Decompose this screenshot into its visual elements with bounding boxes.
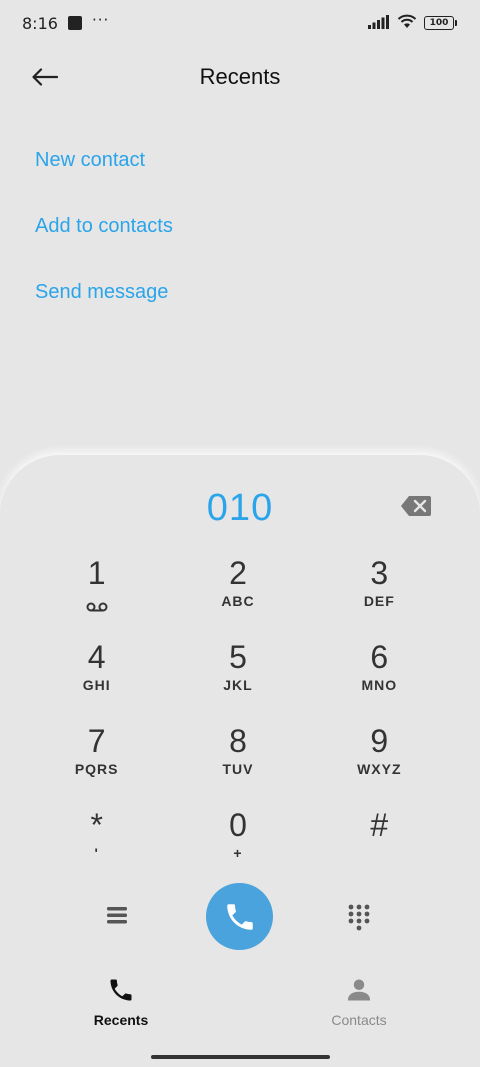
key-digit: 2 — [229, 555, 247, 591]
key-digit: 1 — [87, 555, 106, 591]
backspace-button[interactable] — [400, 495, 432, 519]
keypad: 1 2 ABC 3 DEF 4 GHI 5 JKL 6 MNO 7 PQRS 8… — [26, 551, 450, 887]
key-letters: MNO — [361, 677, 398, 693]
send-message-link[interactable]: Send message — [35, 270, 173, 336]
key-letters: JKL — [223, 677, 253, 693]
key-digit: 0 — [229, 807, 247, 843]
key-digit: 4 — [87, 639, 106, 675]
menu-button[interactable] — [106, 905, 134, 929]
add-to-contacts-link[interactable]: Add to contacts — [35, 204, 173, 270]
key-4[interactable]: 4 GHI — [26, 635, 167, 719]
key-letters: GHI — [82, 677, 111, 693]
nav-label: Recents — [93, 1012, 149, 1028]
key-digit: * — [90, 807, 103, 843]
key-7[interactable]: 7 PQRS — [26, 719, 167, 803]
key-5[interactable]: 5 JKL — [167, 635, 308, 719]
key-1[interactable]: 1 — [26, 551, 167, 635]
backspace-icon — [401, 496, 431, 516]
nav-contacts[interactable]: Contacts — [289, 976, 429, 1036]
key-digit: # — [370, 807, 389, 843]
status-right: 100 — [368, 14, 457, 33]
top-bar: Recents — [0, 52, 480, 102]
key-digit: 5 — [229, 639, 247, 675]
key-digit: 7 — [87, 723, 106, 759]
phone-icon — [110, 979, 132, 1001]
call-button[interactable] — [206, 883, 273, 950]
key-digit: 9 — [370, 723, 389, 759]
notification-square-icon — [67, 16, 82, 30]
nav-label: Contacts — [331, 1012, 387, 1028]
status-left: 8:16 ··· — [22, 11, 110, 33]
nav-recents[interactable]: Recents — [51, 976, 191, 1036]
key-digit: 8 — [229, 723, 247, 759]
battery-icon: 100 — [424, 16, 457, 30]
key-letters: PQRS — [74, 761, 119, 777]
wifi-icon — [397, 14, 417, 33]
key-letters: ABC — [221, 593, 255, 609]
key-0[interactable]: 0 + — [167, 803, 308, 887]
key-2[interactable]: 2 ABC — [167, 551, 308, 635]
key-3[interactable]: 3 DEF — [309, 551, 450, 635]
status-time: 8:16 — [22, 13, 58, 33]
dialed-number[interactable]: 010 — [207, 487, 273, 530]
status-more-dots: ··· — [91, 11, 110, 29]
key-hash[interactable]: # — [309, 803, 450, 887]
key-letters: ' — [94, 845, 99, 861]
page-title: Recents — [199, 64, 281, 89]
key-letters: DEF — [363, 593, 395, 609]
menu-icon — [107, 907, 127, 924]
key-digit: 6 — [370, 639, 389, 675]
signal-icon — [368, 14, 390, 33]
voicemail-icon — [86, 597, 108, 616]
back-arrow-icon — [32, 68, 58, 86]
key-digit: 3 — [370, 555, 389, 591]
key-6[interactable]: 6 MNO — [309, 635, 450, 719]
dialpad-toggle-button[interactable] — [347, 903, 373, 931]
phone-icon — [226, 903, 253, 930]
dialpad-icon — [348, 904, 370, 931]
home-indicator[interactable] — [151, 1055, 330, 1059]
key-8[interactable]: 8 TUV — [167, 719, 308, 803]
call-row — [0, 883, 480, 951]
key-letters: WXYZ — [357, 761, 402, 777]
bottom-nav: Recents Contacts — [0, 976, 480, 1036]
action-list: New contact Add to contacts Send message — [35, 138, 173, 336]
person-icon — [347, 979, 371, 1001]
key-star[interactable]: * ' — [26, 803, 167, 887]
key-9[interactable]: 9 WXYZ — [309, 719, 450, 803]
key-letters: TUV — [222, 761, 254, 777]
status-bar: 8:16 ··· 100 — [0, 0, 480, 46]
key-letters: + — [233, 845, 243, 861]
back-button[interactable] — [28, 60, 62, 94]
new-contact-link[interactable]: New contact — [35, 138, 173, 204]
